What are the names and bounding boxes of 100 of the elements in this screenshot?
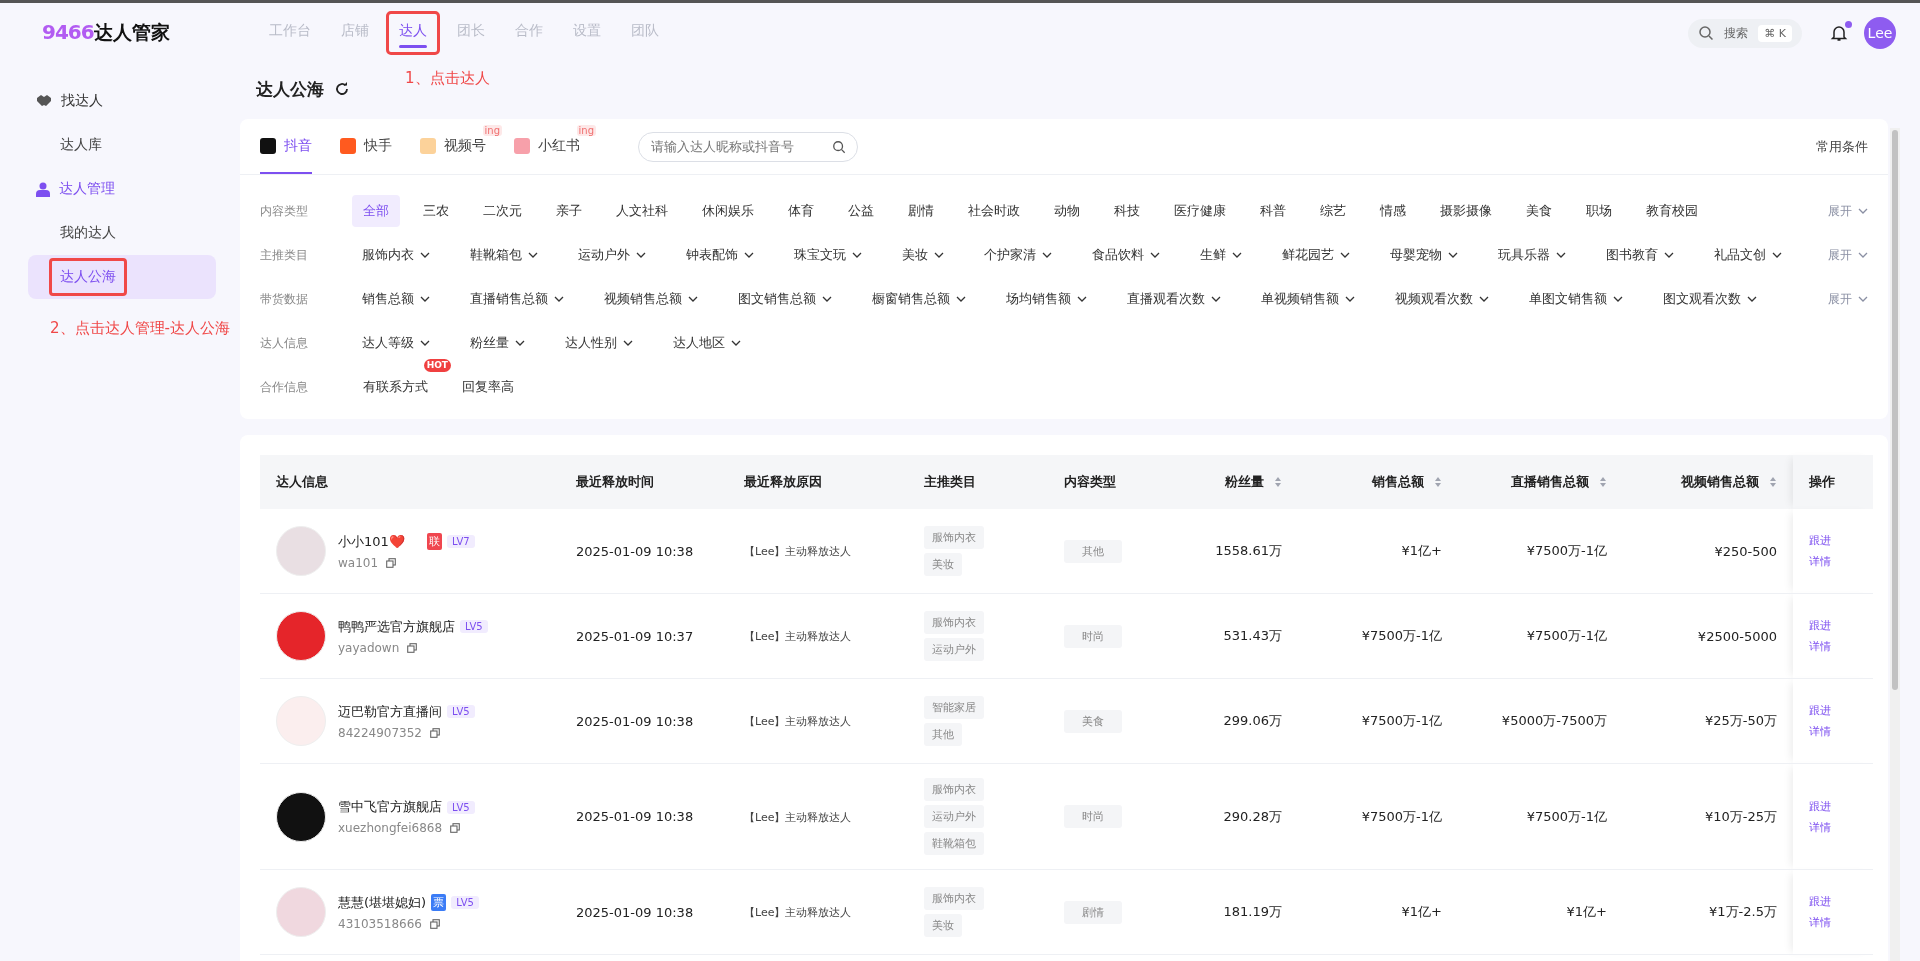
sort-icon[interactable] bbox=[1769, 476, 1777, 488]
filter-chip[interactable]: 有联系方式 bbox=[352, 371, 439, 403]
filter-chip[interactable]: 社会时政 bbox=[957, 195, 1031, 227]
filter-dropdown[interactable]: 美妆 bbox=[892, 246, 954, 264]
filter-dropdown[interactable]: 直播观看次数 bbox=[1117, 290, 1231, 308]
filter-dropdown[interactable]: 图书教育 bbox=[1596, 246, 1684, 264]
column-header: 主推类目 bbox=[924, 473, 976, 491]
filter-dropdown[interactable]: 鲜花园艺 bbox=[1272, 246, 1360, 264]
copy-icon[interactable] bbox=[430, 727, 440, 738]
filter-chip[interactable]: 动物 bbox=[1043, 195, 1091, 227]
filter-chip[interactable]: 三农 bbox=[412, 195, 460, 227]
filter-chip[interactable]: 摄影摄像 bbox=[1429, 195, 1503, 227]
sidebar-item[interactable]: 我的达人 bbox=[28, 211, 216, 255]
filter-dropdown[interactable]: 单图文销售额 bbox=[1519, 290, 1633, 308]
sidebar-item[interactable]: 达人库 bbox=[28, 123, 216, 167]
sidebar-group[interactable]: 达人管理 bbox=[28, 167, 244, 211]
filter-dropdown[interactable]: 服饰内衣 bbox=[352, 246, 440, 264]
table-cell: 299.06万 bbox=[1223, 713, 1282, 728]
filter-dropdown[interactable]: 玩具乐器 bbox=[1488, 246, 1576, 264]
column-header[interactable]: 销售总额 bbox=[1372, 473, 1442, 491]
filter-dropdown[interactable]: 生鲜 bbox=[1190, 246, 1252, 264]
filter-dropdown[interactable]: 食品饮料 bbox=[1082, 246, 1170, 264]
action-link[interactable]: 跟进 bbox=[1809, 798, 1857, 814]
copy-icon[interactable] bbox=[386, 557, 397, 568]
filter-dropdown[interactable]: 单视频销售额 bbox=[1251, 290, 1365, 308]
sort-icon[interactable] bbox=[1599, 476, 1607, 488]
talent-name[interactable]: 慧慧(堪堪媳妇) bbox=[338, 893, 427, 912]
copy-icon[interactable] bbox=[450, 823, 461, 833]
column-header[interactable]: 粉丝量 bbox=[1225, 473, 1282, 491]
action-link[interactable]: 详情 bbox=[1809, 724, 1857, 739]
action-link[interactable]: 详情 bbox=[1809, 554, 1857, 569]
scrollbar[interactable] bbox=[1890, 128, 1900, 961]
sort-icon[interactable] bbox=[1434, 476, 1442, 488]
column-header[interactable]: 视频销售总额 bbox=[1681, 473, 1777, 491]
filter-dropdown[interactable]: 礼品文创 bbox=[1704, 246, 1792, 264]
talent-name[interactable]: 小小101❤ bbox=[338, 532, 422, 551]
filter-chip[interactable]: 回复率高 bbox=[451, 371, 525, 403]
talent-name[interactable]: 迈巴勒官方直播间 bbox=[338, 702, 442, 721]
action-link[interactable]: 跟进 bbox=[1809, 618, 1857, 633]
filter-dropdown[interactable]: 粉丝量 bbox=[460, 334, 535, 352]
filter-dropdown[interactable]: 图文观看次数 bbox=[1653, 290, 1767, 308]
user-avatar[interactable]: Lee bbox=[1864, 17, 1896, 49]
filter-chip[interactable]: 教育校园 bbox=[1635, 195, 1709, 227]
filter-chip[interactable]: 二次元 bbox=[472, 195, 533, 227]
refresh-icon[interactable] bbox=[334, 81, 350, 97]
filter-dropdown[interactable]: 运动户外 bbox=[568, 246, 656, 264]
copy-icon[interactable] bbox=[430, 918, 440, 929]
filter-dropdown[interactable]: 视频观看次数 bbox=[1385, 290, 1499, 308]
filter-chip[interactable]: 公益 bbox=[837, 195, 885, 227]
action-link[interactable]: 详情 bbox=[1809, 819, 1857, 835]
filter-chip[interactable]: 美食 bbox=[1515, 195, 1563, 227]
filter-chip[interactable]: 职场 bbox=[1575, 195, 1623, 227]
filter-dropdown[interactable]: 达人性别 bbox=[555, 334, 643, 352]
action-link[interactable]: 详情 bbox=[1809, 915, 1857, 930]
filter-chip[interactable]: 剧情 bbox=[897, 195, 945, 227]
filter-chip[interactable]: 人文社科 bbox=[605, 195, 679, 227]
sort-icon[interactable] bbox=[1274, 476, 1282, 488]
search-button[interactable]: 搜索 ⌘ K bbox=[1688, 18, 1802, 48]
filter-chip[interactable]: 医疗健康 bbox=[1163, 195, 1237, 227]
copy-icon[interactable] bbox=[407, 642, 418, 653]
filter-chip[interactable]: 科普 bbox=[1249, 195, 1297, 227]
filter-dropdown[interactable]: 直播销售总额 bbox=[460, 290, 574, 308]
filter-dropdown[interactable]: 珠宝文玩 bbox=[784, 246, 872, 264]
filter-dropdown[interactable]: 母婴宠物 bbox=[1380, 246, 1468, 264]
nav-tab[interactable]: 达人 bbox=[386, 11, 440, 55]
action-link[interactable]: 详情 bbox=[1809, 639, 1857, 654]
filter-dropdown[interactable]: 达人等级 bbox=[352, 334, 440, 352]
column-header[interactable]: 直播销售总额 bbox=[1511, 473, 1607, 491]
filter-chip[interactable]: 休闲娱乐 bbox=[691, 195, 765, 227]
sidebar-item[interactable]: 达人公海 bbox=[28, 255, 216, 299]
chevron-down-icon bbox=[934, 252, 944, 258]
chevron-down-icon bbox=[1772, 252, 1782, 258]
filter-dropdown[interactable]: 橱窗销售总额 bbox=[862, 290, 976, 308]
filter-dropdown[interactable]: 个护家清 bbox=[974, 246, 1062, 264]
filter-dropdown[interactable]: 场均销售额 bbox=[996, 290, 1097, 308]
filter-dropdown[interactable]: 达人地区 bbox=[663, 334, 751, 352]
platform-logo-icon bbox=[514, 137, 530, 154]
filter-dropdown[interactable]: 视频销售总额 bbox=[594, 290, 708, 308]
platform-tab[interactable]: 快手 bbox=[340, 119, 392, 174]
action-link[interactable]: 跟进 bbox=[1809, 703, 1857, 718]
sidebar-group[interactable]: 找达人 bbox=[28, 79, 244, 123]
filter-dropdown[interactable]: 鞋靴箱包 bbox=[460, 246, 548, 264]
filter-dropdown[interactable]: 图文销售总额 bbox=[728, 290, 842, 308]
filter-chip[interactable]: 综艺 bbox=[1309, 195, 1357, 227]
chevron-down-icon bbox=[1042, 252, 1052, 258]
filter-chip[interactable]: 体育 bbox=[777, 195, 825, 227]
common-conditions-button[interactable]: 常用条件 bbox=[1816, 137, 1868, 156]
search-field[interactable]: 请输入达人昵称或抖音号 bbox=[638, 131, 858, 162]
action-link[interactable]: 跟进 bbox=[1809, 533, 1857, 548]
filter-chip[interactable]: 情感 bbox=[1369, 195, 1417, 227]
talent-name[interactable]: 雪中飞官方旗舰店 bbox=[338, 798, 442, 816]
filter-chip[interactable]: 科技 bbox=[1103, 195, 1151, 227]
platform-tab[interactable]: 抖音 bbox=[260, 119, 312, 174]
filter-chip[interactable]: 亲子 bbox=[545, 195, 593, 227]
filter-dropdown[interactable]: 钟表配饰 bbox=[676, 246, 764, 264]
talent-name[interactable]: 鸭鸭严选官方旗舰店 bbox=[338, 617, 455, 636]
filter-chip[interactable]: 全部 bbox=[352, 195, 400, 227]
filter-dropdown[interactable]: 销售总额 bbox=[352, 290, 440, 308]
action-link[interactable]: 跟进 bbox=[1809, 894, 1857, 909]
chevron-down-icon bbox=[1448, 252, 1458, 258]
